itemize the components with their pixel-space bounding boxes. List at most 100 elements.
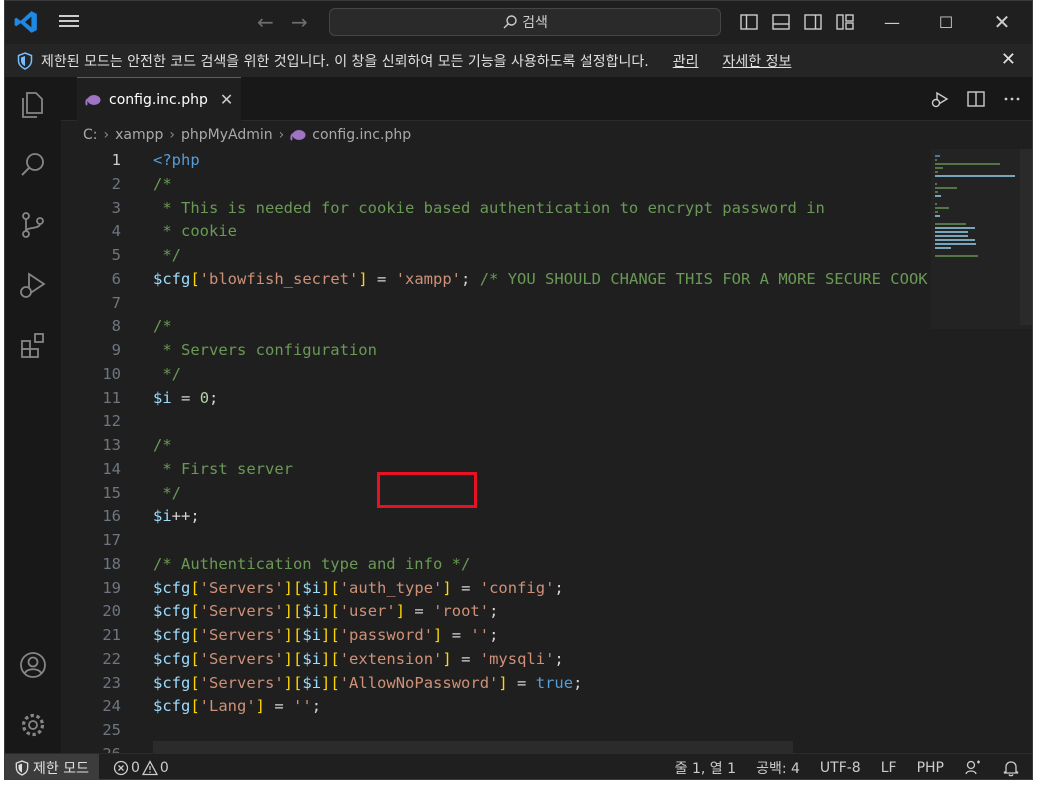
language-mode[interactable]: PHP <box>917 760 944 776</box>
extensions-icon[interactable] <box>17 329 49 361</box>
accounts-icon[interactable] <box>17 649 49 681</box>
banner-message: 제한된 모드는 안전한 코드 검색을 위한 것입니다. 이 창을 신뢰하여 모든… <box>41 53 649 70</box>
maximize-button[interactable]: ☐ <box>923 9 969 35</box>
end-of-line[interactable]: LF <box>881 760 897 776</box>
customize-layout-icon[interactable] <box>835 12 855 32</box>
line-number: 15 <box>102 483 121 502</box>
gear-icon[interactable] <box>17 709 49 741</box>
code-line[interactable]: */ <box>153 244 929 268</box>
chevron-right-icon: › <box>278 127 285 143</box>
minimap-line <box>935 155 940 157</box>
command-center-search[interactable]: 검색 <box>329 8 721 36</box>
search-icon[interactable] <box>17 149 49 181</box>
warning-icon <box>141 759 158 775</box>
breadcrumb-folder-phpmyadmin[interactable]: phpMyAdmin <box>181 127 273 143</box>
line-number: 16 <box>102 507 121 526</box>
close-window-button[interactable]: ✕ <box>979 9 1025 35</box>
close-banner-icon[interactable]: ✕ <box>1001 49 1016 70</box>
code-line[interactable]: $i = 0; <box>153 387 929 411</box>
minimap-line <box>935 255 979 257</box>
more-actions-icon[interactable] <box>1002 89 1022 109</box>
indentation[interactable]: 공백: 4 <box>756 758 800 778</box>
code-line[interactable]: /* Authentication type and info */ <box>153 553 929 577</box>
minimap-line <box>935 171 938 173</box>
code-line[interactable]: */ <box>153 363 929 387</box>
toggle-secondary-sidebar-icon[interactable] <box>803 12 823 32</box>
code-line[interactable]: /* <box>153 434 929 458</box>
minimap-line <box>935 159 937 161</box>
split-editor-icon[interactable] <box>966 89 986 109</box>
code-line[interactable] <box>153 719 929 743</box>
tab-config-inc-php[interactable]: config.inc.php ✕ <box>77 77 241 121</box>
code-line[interactable] <box>153 529 929 553</box>
code-line[interactable]: $cfg['Servers'][$i]['AllowNoPassword'] =… <box>153 672 929 696</box>
code-line[interactable]: $cfg['Servers'][$i]['password'] = ''; <box>153 624 929 648</box>
minimap-line <box>935 191 938 193</box>
breadcrumb-folder-xampp[interactable]: xampp <box>115 127 163 143</box>
php-file-icon <box>290 130 306 141</box>
line-number: 4 <box>111 222 121 241</box>
explorer-icon[interactable] <box>17 89 49 121</box>
restricted-mode-label: 제한 모드 <box>33 760 89 777</box>
php-file-icon <box>85 94 101 106</box>
toggle-primary-sidebar-icon[interactable] <box>739 12 759 32</box>
code-line[interactable]: $cfg['Servers'][$i]['user'] = 'root'; <box>153 600 929 624</box>
code-line[interactable]: * Servers configuration <box>153 339 929 363</box>
code-line[interactable]: /* <box>153 315 929 339</box>
tab-label: config.inc.php <box>109 91 208 108</box>
minimap-line <box>935 207 949 209</box>
vertical-scrollbar[interactable] <box>1020 149 1032 325</box>
manage-link[interactable]: 관리 <box>673 51 699 71</box>
code-line[interactable]: $cfg['blowfish_secret'] = 'xampp'; /* YO… <box>153 268 929 292</box>
minimap-line <box>935 195 942 197</box>
line-number: 23 <box>102 673 121 692</box>
error-count: 0 <box>130 759 140 776</box>
encoding[interactable]: UTF-8 <box>820 760 861 776</box>
horizontal-scrollbar[interactable] <box>153 741 793 753</box>
code-editor[interactable]: 1 2 3 4 5 6 7 8 9 10 11 12 13 14 15 16 17 18 19 20 21 22 23 24 2… <box>61 149 1032 753</box>
code-line[interactable]: $cfg['Lang'] = ''; <box>153 695 929 719</box>
code-line[interactable]: <?php <box>153 149 929 173</box>
minimap-line <box>935 231 969 233</box>
minimap-line <box>935 215 940 217</box>
run-and-debug-icon[interactable] <box>17 269 49 301</box>
line-number: 21 <box>102 626 121 644</box>
breadcrumb-file[interactable]: config.inc.php <box>312 127 411 143</box>
line-number: 17 <box>102 531 121 549</box>
source-control-icon[interactable] <box>17 209 49 241</box>
menu-icon[interactable] <box>59 12 81 32</box>
code-line[interactable]: * This is needed for cookie based authen… <box>153 197 929 221</box>
minimap-line <box>935 175 1015 177</box>
code-line[interactable]: $cfg['Servers'][$i]['extension'] = 'mysq… <box>153 648 929 672</box>
minimap-line <box>935 223 966 225</box>
run-debug-file-icon[interactable] <box>930 89 950 109</box>
code-line[interactable] <box>153 410 929 434</box>
line-number: 14 <box>102 459 121 478</box>
minimize-button[interactable]: — <box>869 9 915 35</box>
code-line[interactable] <box>153 292 929 316</box>
title-bar: ← → 검색 — ☐ ✕ <box>5 1 1032 43</box>
activity-bar <box>5 77 61 753</box>
line-number: 19 <box>102 578 121 597</box>
minimap[interactable] <box>931 149 1031 329</box>
code-line[interactable]: /* <box>153 173 929 197</box>
close-tab-icon[interactable]: ✕ <box>220 90 233 109</box>
toggle-panel-icon[interactable] <box>771 12 791 32</box>
vscode-window: ← → 검색 — ☐ ✕ 제한된 모드는 안전한 코드 검색을 위한 것입니다.… <box>4 0 1033 780</box>
cursor-position[interactable]: 줄 1, 열 1 <box>675 758 736 778</box>
breadcrumb-drive[interactable]: C: <box>83 127 98 143</box>
code-line[interactable]: $i++; <box>153 505 929 529</box>
minimap-line <box>935 211 938 213</box>
code-line[interactable]: * First server <box>153 458 929 482</box>
code-line[interactable]: $cfg['Servers'][$i]['auth_type'] = 'conf… <box>153 577 929 601</box>
learn-more-link[interactable]: 자세한 정보 <box>722 51 791 71</box>
problems-indicator[interactable]: 0 0 <box>113 760 171 776</box>
notifications-bell-icon[interactable] <box>1002 759 1020 777</box>
code-content[interactable]: <?php/* * This is needed for cookie base… <box>153 149 929 753</box>
forward-arrow-icon[interactable]: → <box>291 10 308 34</box>
restricted-mode-indicator[interactable]: 제한 모드 <box>5 753 99 779</box>
feedback-icon[interactable] <box>964 759 982 777</box>
back-arrow-icon[interactable]: ← <box>257 10 274 34</box>
code-line[interactable]: */ <box>153 482 929 506</box>
code-line[interactable]: * cookie <box>153 220 929 244</box>
